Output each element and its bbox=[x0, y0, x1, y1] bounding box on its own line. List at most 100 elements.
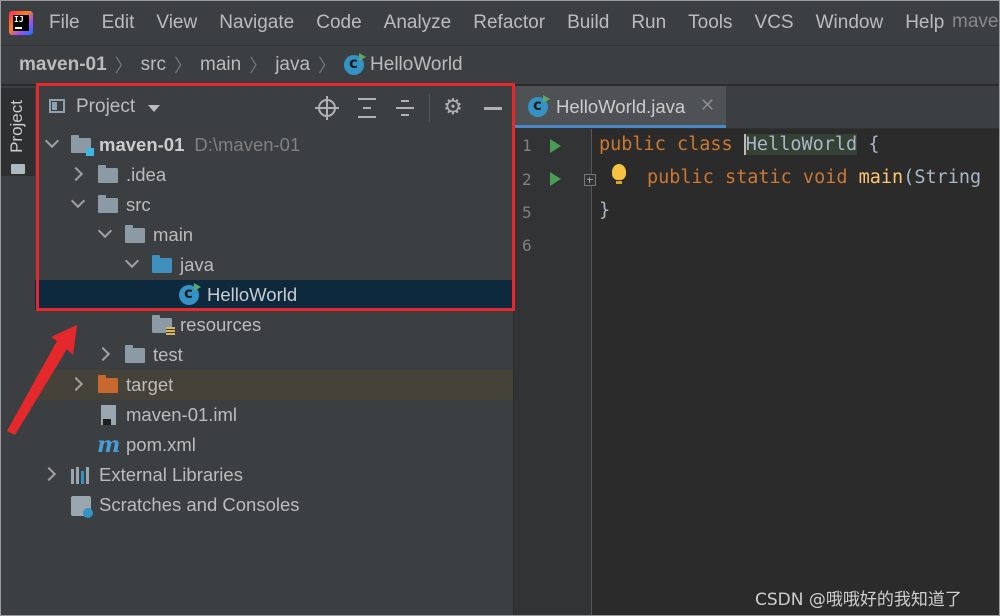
breadcrumb-java[interactable]: java bbox=[275, 54, 310, 76]
project-view-selector[interactable]: Project bbox=[76, 96, 135, 118]
project-tool-label: Project bbox=[7, 100, 26, 153]
chevron-right-icon[interactable] bbox=[95, 346, 111, 362]
lightbulb-icon[interactable] bbox=[612, 164, 626, 184]
excluded-folder-icon bbox=[98, 375, 118, 393]
annotation-arrow bbox=[7, 325, 77, 435]
menu-edit[interactable]: Edit bbox=[102, 12, 135, 34]
gear-icon[interactable]: ⚙ bbox=[441, 96, 465, 120]
code-line-2[interactable]: public static void main(String bbox=[647, 167, 981, 188]
fold-expand-icon[interactable] bbox=[584, 174, 596, 186]
tree-item-pom[interactable]: m pom.xml bbox=[35, 430, 513, 460]
locate-file-icon[interactable] bbox=[315, 96, 339, 120]
breadcrumb-src[interactable]: src bbox=[141, 54, 166, 76]
tree-item-label: pom.xml bbox=[126, 434, 196, 455]
code-brace: { bbox=[857, 134, 880, 155]
tree-item-label: maven-01 bbox=[99, 134, 185, 155]
menu-help[interactable]: Help bbox=[905, 12, 944, 34]
tree-item-maven-01[interactable]: maven-01 D:\maven-01 bbox=[35, 130, 513, 160]
tree-item-path: D:\maven-01 bbox=[194, 134, 301, 155]
chevron-right-icon: 〉 bbox=[174, 56, 192, 76]
menu-window[interactable]: Window bbox=[816, 12, 884, 34]
tree-item-idea[interactable]: .idea bbox=[35, 160, 513, 190]
tree-item-helloworld[interactable]: HelloWorld bbox=[35, 280, 513, 310]
chevron-down-icon[interactable] bbox=[124, 253, 140, 269]
folder-icon bbox=[98, 165, 118, 183]
source-folder-icon bbox=[152, 255, 172, 273]
menu-refactor[interactable]: Refactor bbox=[473, 12, 545, 34]
menu-code[interactable]: Code bbox=[316, 12, 361, 34]
line-number: 2 bbox=[522, 170, 532, 189]
collapse-all-icon[interactable] bbox=[393, 96, 417, 120]
tree-item-label: HelloWorld bbox=[207, 284, 298, 305]
tree-item-label: java bbox=[180, 254, 214, 275]
chevron-right-icon[interactable] bbox=[41, 466, 57, 482]
tree-item-iml[interactable]: maven-01.iml bbox=[35, 400, 513, 430]
folder-icon bbox=[125, 225, 145, 243]
tree-item-label: .idea bbox=[126, 164, 167, 185]
folder-icon bbox=[125, 345, 145, 363]
resources-folder-icon bbox=[152, 315, 175, 336]
menu-tools[interactable]: Tools bbox=[688, 12, 732, 34]
tab-helloworld-java[interactable]: HelloWorld.java ✕ bbox=[514, 86, 726, 128]
close-icon[interactable]: ✕ bbox=[700, 95, 715, 116]
menu-navigate[interactable]: Navigate bbox=[219, 12, 294, 34]
run-icon[interactable] bbox=[550, 172, 561, 186]
project-view-icon bbox=[49, 99, 65, 113]
menu-analyze[interactable]: Analyze bbox=[384, 12, 452, 34]
code-line-1[interactable]: public class HelloWorld { bbox=[599, 134, 879, 155]
menu-view[interactable]: View bbox=[156, 12, 197, 34]
gutter-divider bbox=[591, 129, 592, 615]
line-number: 5 bbox=[522, 203, 532, 222]
chevron-right-icon: 〉 bbox=[249, 56, 268, 76]
tab-label: HelloWorld.java bbox=[556, 96, 686, 117]
expand-all-icon[interactable] bbox=[355, 96, 379, 120]
java-class-icon bbox=[528, 95, 550, 117]
folder-icon bbox=[11, 164, 25, 174]
run-icon[interactable] bbox=[550, 139, 561, 153]
libraries-icon bbox=[71, 467, 93, 484]
window-project-title: maven bbox=[952, 11, 999, 32]
code-params: (String bbox=[903, 167, 982, 188]
tree-item-label: test bbox=[153, 344, 183, 365]
menu-vcs[interactable]: VCS bbox=[755, 12, 794, 34]
breadcrumb-project[interactable]: maven-01 bbox=[19, 54, 107, 76]
chevron-down-icon[interactable] bbox=[70, 193, 86, 209]
chevron-down-icon[interactable] bbox=[97, 223, 113, 239]
chevron-right-icon[interactable] bbox=[68, 166, 84, 182]
tree-item-external-libraries[interactable]: External Libraries bbox=[35, 460, 513, 490]
chevron-right-icon: 〉 bbox=[318, 56, 337, 76]
ide-window: IJ File Edit View Navigate Code Analyze … bbox=[0, 0, 1000, 616]
tree-item-label: src bbox=[126, 194, 151, 215]
menu-file[interactable]: File bbox=[49, 12, 80, 34]
menu-build[interactable]: Build bbox=[567, 12, 609, 34]
code-keyword: public class bbox=[599, 134, 744, 155]
iml-file-icon bbox=[101, 405, 116, 425]
toolbar-divider bbox=[429, 94, 430, 122]
tree-item-label: maven-01.iml bbox=[126, 404, 238, 425]
dropdown-arrow-icon[interactable] bbox=[148, 105, 160, 112]
project-panel-header: Project ⚙ bbox=[35, 86, 513, 130]
hide-panel-icon[interactable] bbox=[481, 96, 505, 120]
tree-item-resources[interactable]: resources bbox=[35, 310, 513, 340]
tree-item-test[interactable]: test bbox=[35, 340, 513, 370]
watermark: CSDN @哦哦好的我知道了 bbox=[755, 590, 962, 610]
project-panel: Project ⚙ maven-01 D:\maven-01 .idea src… bbox=[35, 86, 514, 615]
code-line-5[interactable]: } bbox=[599, 200, 610, 221]
tree-item-label: External Libraries bbox=[99, 464, 243, 485]
scratches-icon bbox=[71, 496, 93, 518]
line-number: 1 bbox=[522, 136, 532, 155]
breadcrumb-helloworld[interactable]: HelloWorld bbox=[370, 54, 463, 76]
code-class-name: HelloWorld bbox=[745, 134, 858, 155]
menu-run[interactable]: Run bbox=[631, 12, 666, 34]
tree-item-scratches[interactable]: Scratches and Consoles bbox=[35, 490, 513, 520]
tree-item-main[interactable]: main bbox=[35, 220, 513, 250]
chevron-down-icon[interactable] bbox=[44, 133, 60, 149]
breadcrumb-main[interactable]: main bbox=[200, 54, 241, 76]
chevron-right-icon: 〉 bbox=[114, 56, 133, 76]
project-tool-tab[interactable]: Project bbox=[1, 88, 35, 176]
tree-item-target[interactable]: target bbox=[35, 370, 513, 400]
module-folder-icon bbox=[71, 135, 94, 156]
maven-icon: m bbox=[97, 432, 121, 458]
tree-item-src[interactable]: src bbox=[35, 190, 513, 220]
tree-item-java[interactable]: java bbox=[35, 250, 513, 280]
